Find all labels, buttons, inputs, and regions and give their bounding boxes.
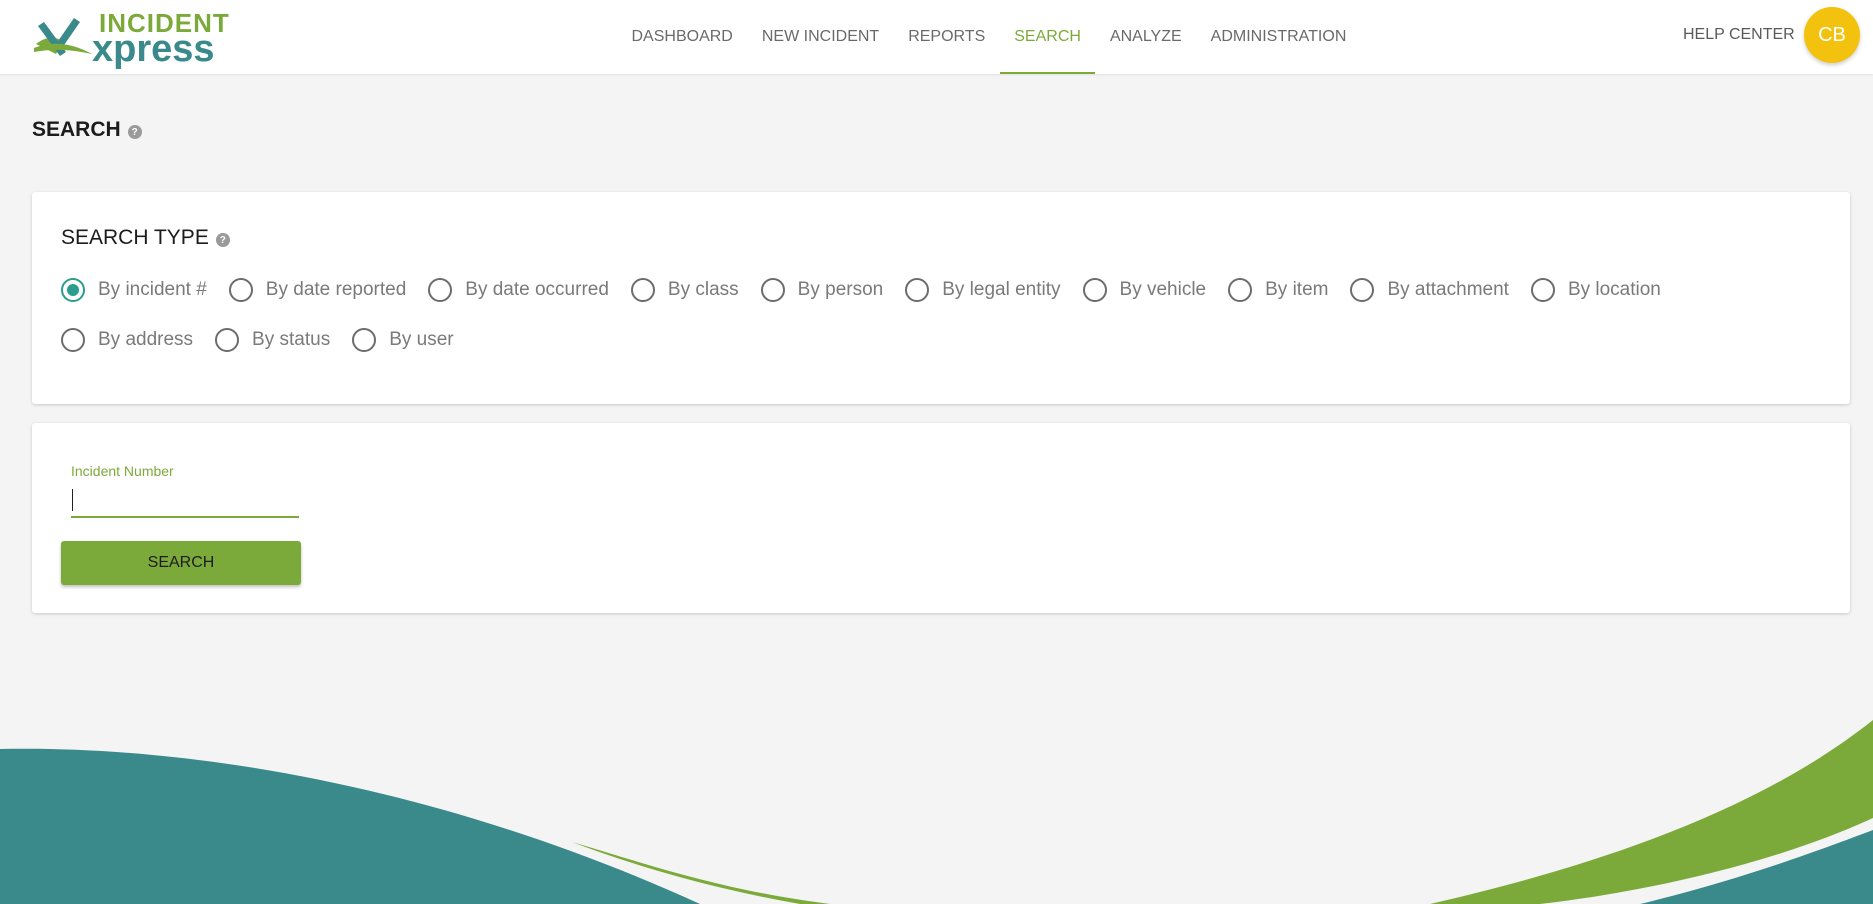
radio-by-class[interactable]: By class — [630, 278, 739, 302]
incident-xpress-logo[interactable]: INCIDENT xpress — [34, 8, 234, 68]
question-circle-icon[interactable]: ? — [215, 233, 230, 247]
main-nav: DASHBOARD NEW INCIDENT REPORTS SEARCH AN… — [617, 0, 1361, 74]
radio-label: By legal entity — [942, 279, 1061, 300]
page-title: SEARCH ? — [32, 118, 142, 142]
radio-label: By date reported — [265, 279, 407, 300]
radio-by-address[interactable]: By address — [61, 328, 193, 352]
radio-by-user[interactable]: By user — [352, 328, 454, 352]
radio-label: By person — [797, 279, 884, 300]
radio-unchecked-icon[interactable] — [428, 278, 453, 302]
radio-by-date-reported[interactable]: By date reported — [228, 278, 407, 302]
incident-number-input[interactable] — [71, 484, 299, 518]
nav-new-incident[interactable]: NEW INCIDENT — [747, 0, 893, 74]
user-avatar[interactable]: CB — [1804, 7, 1860, 63]
radio-unchecked-icon[interactable] — [1350, 278, 1375, 302]
radio-checked-icon[interactable] — [61, 278, 85, 302]
radio-unchecked-icon[interactable] — [905, 278, 930, 302]
radio-label: By status — [252, 329, 331, 350]
radio-label: By user — [389, 329, 454, 350]
radio-label: By class — [667, 279, 739, 300]
radio-unchecked-icon[interactable] — [760, 278, 785, 302]
radio-unchecked-icon[interactable] — [630, 278, 655, 302]
text-caret — [72, 489, 73, 511]
radio-label: By incident # — [98, 279, 207, 300]
question-circle-icon[interactable]: ? — [127, 125, 142, 139]
radio-unchecked-icon[interactable] — [1530, 278, 1555, 302]
decorative-waves — [0, 720, 1873, 904]
radio-by-legal-entity[interactable]: By legal entity — [905, 278, 1061, 302]
search-type-title: SEARCH TYPE ? — [61, 226, 230, 250]
radio-unchecked-icon[interactable] — [61, 328, 85, 352]
help-center-link[interactable]: HELP CENTER — [1683, 26, 1795, 44]
radio-label: By vehicle — [1119, 279, 1207, 300]
radio-unchecked-icon[interactable] — [352, 328, 377, 352]
radio-by-attachment[interactable]: By attachment — [1350, 278, 1509, 302]
nav-analyze[interactable]: ANALYZE — [1095, 0, 1196, 74]
radio-by-vehicle[interactable]: By vehicle — [1082, 278, 1207, 302]
nav-reports[interactable]: REPORTS — [894, 0, 1000, 74]
radio-unchecked-icon[interactable] — [228, 278, 253, 302]
logo-text-xpress: xpress — [92, 28, 215, 70]
search-type-options-row-1: By incident # By date reported By date o… — [61, 278, 1683, 302]
radio-label: By item — [1265, 279, 1329, 300]
nav-dashboard[interactable]: DASHBOARD — [617, 0, 747, 74]
incident-number-label: Incident Number — [71, 463, 174, 479]
nav-administration[interactable]: ADMINISTRATION — [1196, 0, 1361, 74]
radio-label: By address — [98, 329, 194, 350]
logo-mark-icon — [34, 18, 92, 56]
radio-unchecked-icon[interactable] — [215, 328, 240, 352]
top-navbar: INCIDENT xpress DASHBOARD NEW INCIDENT R… — [0, 0, 1873, 74]
radio-by-person[interactable]: By person — [760, 278, 884, 302]
radio-label: By attachment — [1387, 279, 1509, 300]
search-button[interactable]: SEARCH — [61, 541, 301, 585]
radio-by-location[interactable]: By location — [1530, 278, 1661, 302]
radio-unchecked-icon[interactable] — [1082, 278, 1107, 302]
nav-search[interactable]: SEARCH — [999, 0, 1096, 74]
radio-by-item[interactable]: By item — [1228, 278, 1328, 302]
radio-unchecked-icon[interactable] — [1228, 278, 1253, 302]
search-type-options-row-2: By address By status By user — [61, 328, 476, 352]
radio-label: By date occurred — [465, 279, 609, 300]
search-type-title-text: SEARCH TYPE — [61, 226, 209, 249]
search-form-card: Incident Number SEARCH — [32, 423, 1850, 613]
radio-by-date-occurred[interactable]: By date occurred — [428, 278, 609, 302]
search-type-card: SEARCH TYPE ? By incident # By date repo… — [32, 192, 1850, 404]
radio-label: By location — [1567, 279, 1661, 300]
radio-by-status[interactable]: By status — [215, 328, 330, 352]
radio-by-incident-number[interactable]: By incident # — [61, 278, 207, 302]
teal-wave — [0, 748, 700, 904]
page-title-text: SEARCH — [32, 118, 121, 141]
